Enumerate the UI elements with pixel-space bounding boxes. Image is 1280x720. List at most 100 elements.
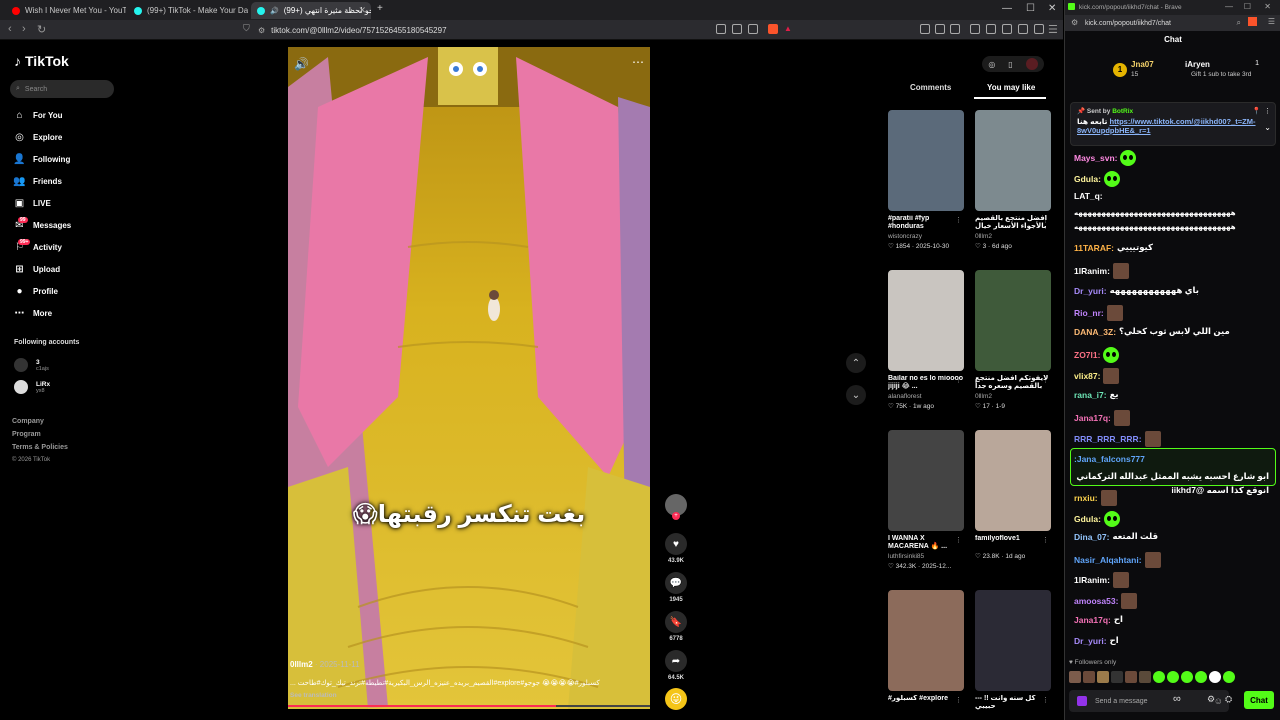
extension-icon[interactable]	[1002, 24, 1012, 34]
chat-username[interactable]: Rio_nr:	[1074, 308, 1104, 318]
video-thumbnail[interactable]	[888, 590, 964, 691]
video-thumbnail[interactable]	[975, 430, 1051, 531]
following-account[interactable]: LiRx yx8	[14, 378, 50, 396]
minimize-button[interactable]: —	[1002, 3, 1012, 14]
chat-username[interactable]: Gdula:	[1074, 174, 1101, 184]
minimize-button[interactable]: —	[1225, 2, 1233, 11]
chat-message-input[interactable]: Send a message ☺	[1069, 690, 1229, 712]
extension-icon[interactable]	[920, 24, 930, 34]
more-options-icon[interactable]: ⋮	[1042, 376, 1049, 384]
volume-icon[interactable]: 🔊	[294, 57, 309, 71]
gear-icon[interactable]: ⛭	[1225, 694, 1232, 705]
video-thumbnail[interactable]	[975, 110, 1051, 211]
mic-icon[interactable]	[1077, 696, 1087, 706]
more-options-icon[interactable]: ⋮	[1042, 216, 1049, 224]
tiktok-logo[interactable]: ♪ TikTok	[14, 53, 69, 69]
chat-username[interactable]: DANA_3Z:	[1074, 327, 1116, 337]
nav-item-live[interactable]: ▣ LIVE	[14, 195, 51, 211]
nav-item-following[interactable]: 👤 Following	[13, 151, 70, 167]
chat-username[interactable]: 1lRanim:	[1074, 266, 1110, 276]
tab-tiktok-video[interactable]: 🔊 (99+) جوجو لحظة مثيرة انتهي ✕	[251, 2, 371, 19]
extension-icon[interactable]	[1018, 24, 1028, 34]
send-chat-button[interactable]: Chat	[1244, 691, 1274, 709]
chat-username[interactable]: LAT_q:	[1074, 191, 1103, 201]
avatar[interactable]	[1025, 58, 1038, 70]
chat-username[interactable]: Gdula:	[1074, 514, 1101, 524]
chat-username[interactable]: Jana_falcons777:	[1074, 452, 1145, 466]
recommended-video-card[interactable]: --- !! كل سنه وانت حبيبي ⋮	[975, 590, 1051, 711]
phone-icon[interactable]: ▯	[1008, 60, 1012, 69]
emote-button[interactable]	[1167, 671, 1179, 683]
emote-button[interactable]	[1223, 671, 1235, 683]
close-window-button[interactable]: ✕	[1264, 2, 1271, 11]
extension-icon[interactable]	[950, 24, 960, 34]
more-options-icon[interactable]: ⋯	[632, 55, 644, 69]
emote-button[interactable]	[1153, 671, 1165, 683]
chat-username[interactable]: Jana17q:	[1074, 413, 1111, 423]
video-thumbnail[interactable]	[888, 430, 964, 531]
creator-avatar[interactable]: +	[664, 494, 688, 520]
nav-item-profile[interactable]: ● Profile	[14, 283, 57, 299]
emote-button[interactable]	[1209, 671, 1221, 683]
chat-username[interactable]: rnxiu:	[1074, 493, 1098, 503]
video-thumbnail[interactable]	[975, 590, 1051, 691]
nav-item-friends[interactable]: 👥 Friends	[13, 173, 62, 189]
chat-username[interactable]: ZO7l1:	[1074, 350, 1100, 360]
brave-shield-icon[interactable]	[1248, 17, 1257, 26]
chat-address-bar[interactable]: ⚙ kick.com/popout/iikhd7/chat ⌕ ☰	[1065, 15, 1280, 31]
video-player[interactable]: 🔊 ⋯ بغت تنكسر رقبتها😱 0lllm2 · 2025-11-1…	[288, 47, 650, 709]
toolbar-icon[interactable]	[716, 24, 726, 34]
extension-icon[interactable]	[935, 24, 945, 34]
nav-item-messages[interactable]: ✉ 99 Messages	[14, 216, 71, 233]
emote-button[interactable]	[1111, 671, 1123, 683]
menu-icon[interactable]: ☰	[1048, 23, 1058, 36]
tab-you-may-like[interactable]: You may like	[987, 83, 1035, 92]
chat-username[interactable]: 1lRanim:	[1074, 575, 1110, 585]
card-username[interactable]: alanaflorest	[888, 393, 964, 401]
menu-icon[interactable]: ☰	[1268, 17, 1275, 26]
brave-rewards-icon[interactable]: ▲	[784, 24, 794, 34]
chat-username[interactable]: Jana17q:	[1074, 615, 1111, 625]
more-options-icon[interactable]: ⋮	[1042, 696, 1049, 704]
chat-username[interactable]: rana_i7:	[1074, 390, 1107, 400]
gifter-name[interactable]: iAryen	[1185, 60, 1210, 69]
settings-icon[interactable]: ⚙	[1207, 694, 1215, 705]
follow-plus-icon[interactable]: +	[672, 512, 680, 520]
emote-button[interactable]	[1125, 671, 1137, 683]
emote-button[interactable]	[1069, 671, 1081, 683]
more-options-icon[interactable]: ⋮	[1264, 107, 1271, 115]
maximize-button[interactable]: ☐	[1244, 2, 1251, 11]
chat-username[interactable]: Dina_07:	[1074, 532, 1109, 542]
new-tab-button[interactable]: +	[377, 3, 383, 14]
emote-button[interactable]	[1097, 671, 1109, 683]
video-author[interactable]: 0lllm2 · 2025-11-11	[290, 660, 360, 669]
card-username[interactable]: 0lllm2	[975, 393, 1051, 401]
recommended-video-card[interactable]: لايفوتكم افضل منتجع بالقصيم وسعره جداً 0l…	[975, 270, 1051, 411]
bot-name[interactable]: BotRix	[1112, 108, 1133, 115]
close-window-button[interactable]: ✕	[1048, 3, 1056, 14]
chat-username[interactable]: 11TARAF:	[1074, 243, 1114, 253]
tab-comments[interactable]: Comments	[910, 83, 951, 92]
nav-item-explore[interactable]: ◎ Explore	[14, 129, 62, 145]
video-thumbnail[interactable]	[975, 270, 1051, 371]
chat-username[interactable]: amoosa53:	[1074, 596, 1118, 606]
chat-username[interactable]: vlix87:	[1074, 371, 1100, 381]
chat-username[interactable]: Mays_svn:	[1074, 153, 1117, 163]
search-input[interactable]: ⌕ Search	[10, 80, 114, 98]
link-icon[interactable]: ∞	[1173, 693, 1181, 705]
nav-item-activity[interactable]: ⚐ 99+ Activity	[14, 238, 62, 255]
emoji-icon[interactable]: ☺	[1214, 696, 1223, 706]
chat-username[interactable]: Dr_yuri:	[1074, 286, 1107, 296]
recommended-video-card[interactable]: I WANNA X MACARENA 🔥 ... luthfirsinki85 ♡ …	[888, 430, 964, 571]
bookmark-icon[interactable]: ⛉	[243, 23, 250, 34]
video-progress-bar[interactable]	[288, 705, 650, 707]
toolbar-icon[interactable]	[732, 24, 742, 34]
tab-youtube[interactable]: Wish I Never Met You - YouTube	[6, 2, 126, 19]
footer-terms-link[interactable]: Terms & Policies	[12, 444, 68, 451]
card-username[interactable]: 0lllm2	[975, 233, 1051, 241]
forward-icon[interactable]: ›	[22, 23, 26, 35]
pin-toggle-icon[interactable]: 📍	[1252, 107, 1261, 115]
recommended-video-card[interactable]: familyoflove1 ♡ 23.8K · 1d ago ⋮	[975, 430, 1051, 561]
recommended-video-card[interactable]: افضل منتجع بالقصيم بالأجواء الأسعار خيال…	[975, 110, 1051, 251]
maximize-button[interactable]: ☐	[1026, 3, 1035, 14]
